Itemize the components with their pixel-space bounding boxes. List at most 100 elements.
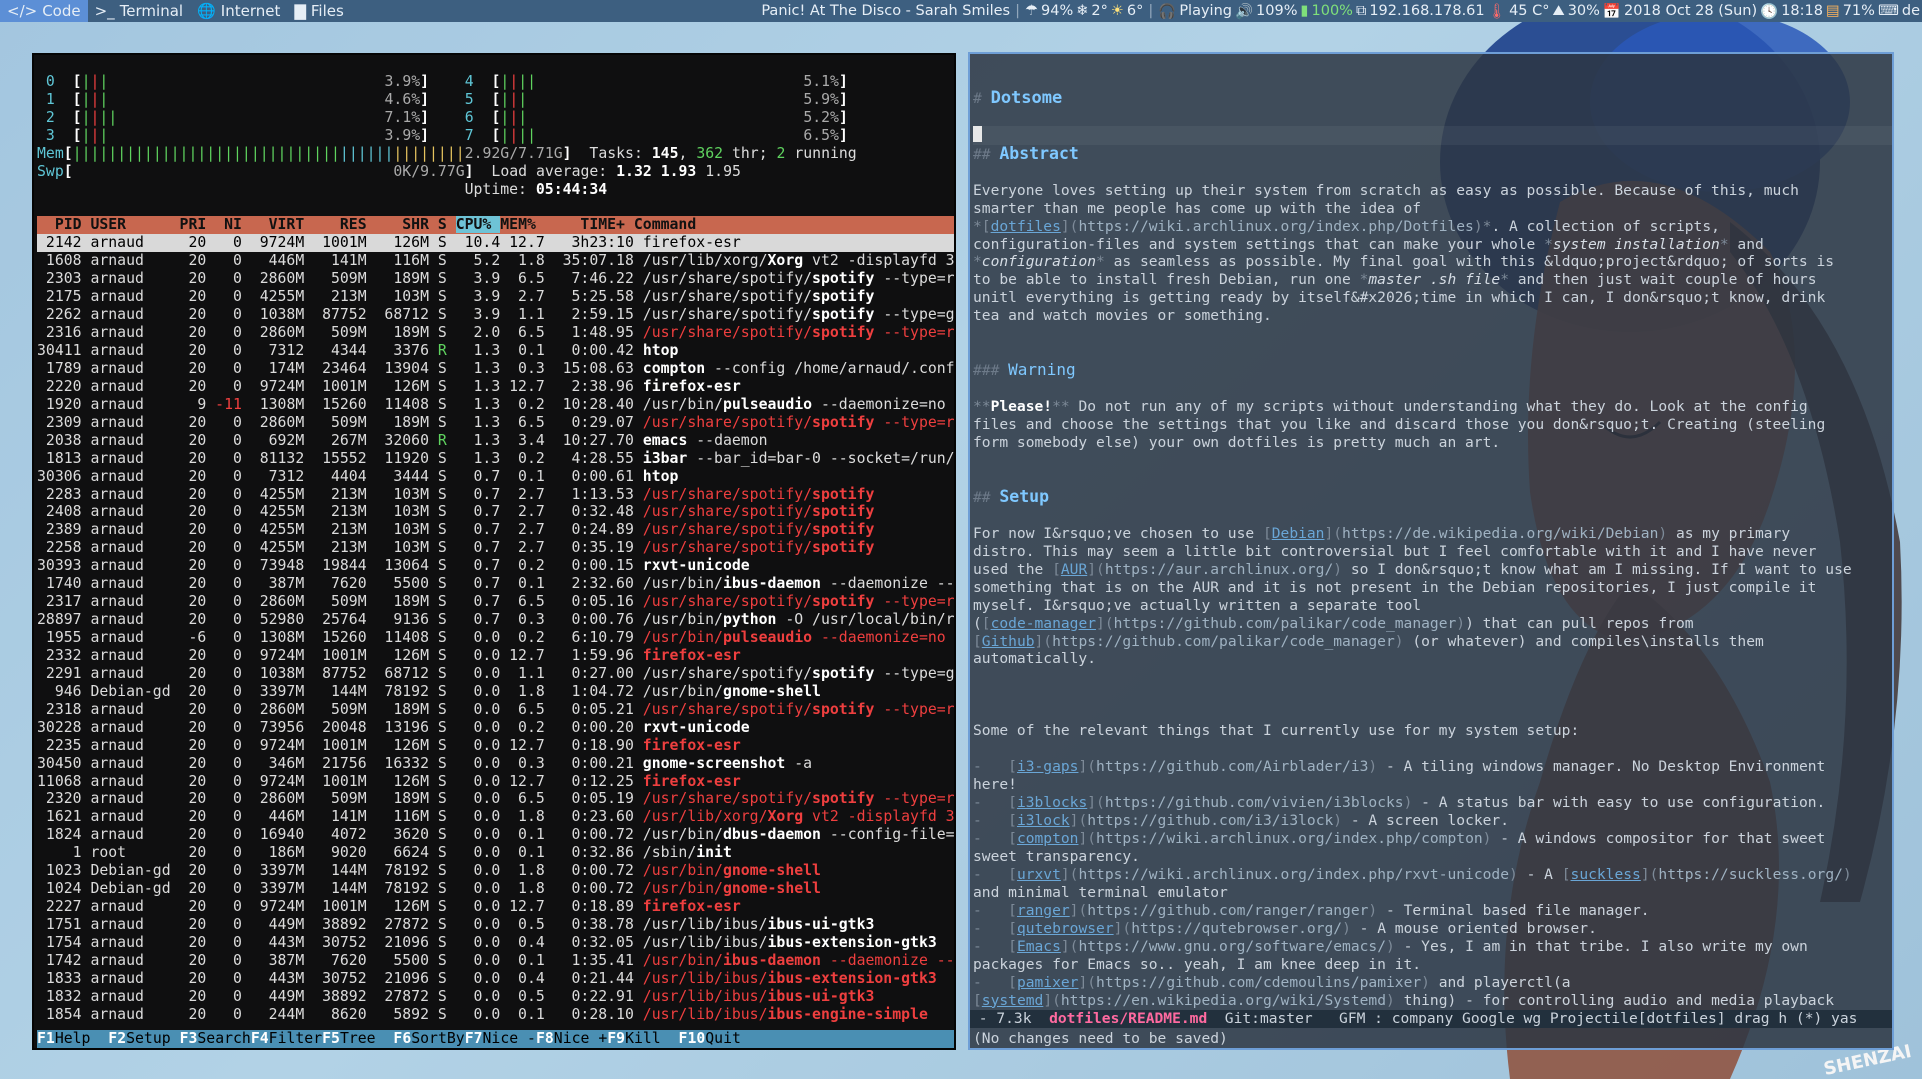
volume[interactable]: 109% [1256, 3, 1297, 19]
fkey-label[interactable]: Filter [268, 1030, 323, 1047]
process-row[interactable]: 2262 arnaud 20 0 1038M 87752 68712 S 3.9… [37, 306, 954, 324]
process-table-header[interactable]: PID USER PRI NI VIRT RES SHR S CPU% MEM%… [37, 216, 954, 235]
process-row[interactable]: 2389 arnaud 20 0 4255M 213M 103M S 0.7 2… [37, 521, 954, 539]
process-row[interactable]: 2291 arnaud 20 0 1038M 87752 68712 S 0.0… [37, 665, 954, 683]
process-row[interactable]: 1813 arnaud 20 0 81132 15552 11920 S 1.3… [37, 450, 954, 468]
abstract-heading: Abstract [999, 143, 1079, 163]
warning-heading: Warning [1008, 360, 1076, 380]
process-row[interactable]: 2258 arnaud 20 0 4255M 213M 103M S 0.7 2… [37, 539, 954, 557]
link-dotfiles[interactable]: dotfiles [991, 218, 1061, 235]
editor-buffer[interactable]: # Dotsome ## Abstract Everyone loves set… [973, 89, 1892, 1028]
process-row[interactable]: 1789 arnaud 20 0 174M 23464 13904 S 1.3 … [37, 360, 954, 378]
fkey-label[interactable]: Setup [126, 1030, 180, 1047]
fkey-f2[interactable]: F2 [108, 1030, 126, 1047]
fkey-f3[interactable]: F3 [180, 1030, 198, 1047]
process-row[interactable]: 30306 arnaud 20 0 7312 4404 3444 S 0.7 0… [37, 468, 954, 486]
workspace-code[interactable]: </> Code [0, 0, 88, 22]
fkey-label[interactable]: Nice - [482, 1030, 536, 1047]
process-row[interactable]: 30228 arnaud 20 0 73956 20048 13196 S 0.… [37, 719, 954, 737]
fkey-label[interactable]: Help [54, 1030, 109, 1047]
process-row[interactable]: 2175 arnaud 20 0 4255M 213M 103M S 3.9 2… [37, 288, 954, 306]
process-row[interactable]: 1754 arnaud 20 0 443M 30752 21096 S 0.0 … [37, 934, 954, 952]
fkey-f8[interactable]: F8 [536, 1030, 554, 1047]
process-row[interactable]: 1833 arnaud 20 0 443M 30752 21096 S 0.0 … [37, 970, 954, 988]
process-row[interactable]: 1955 arnaud -6 0 1308M 15260 11408 S 0.0… [37, 629, 954, 647]
process-row[interactable]: 2316 arnaud 20 0 2860M 509M 189M S 2.0 6… [37, 324, 954, 342]
link-i3lock[interactable]: i3lock [1017, 812, 1070, 829]
cpu-3-percent: 3.9% [384, 126, 421, 144]
process-row[interactable]: 2038 arnaud 20 0 692M 267M 32060 R 1.3 3… [37, 432, 954, 450]
link-suckless[interactable]: suckless [1571, 866, 1641, 883]
process-row[interactable]: 1023 Debian-gd 20 0 3397M 144M 78192 S 0… [37, 862, 954, 880]
time: 18:18 [1781, 3, 1823, 19]
fkey-label[interactable]: Quit [705, 1030, 759, 1047]
workspace-internet[interactable]: 🌐 Internet [190, 0, 287, 22]
process-row[interactable]: 1824 arnaud 20 0 16940 4072 3620 S 0.0 0… [37, 826, 954, 844]
battery: 100% [1311, 3, 1353, 19]
heading-line: ## Setup [973, 486, 1050, 506]
process-row[interactable]: 2235 arnaud 20 0 9724M 1001M 126M S 0.0 … [37, 737, 954, 755]
htop-terminal-window[interactable]: 0 [||| 3.9%] 4 [|||| 5.1%] 1 [||| 4.6%] … [32, 53, 956, 1050]
fkey-f1[interactable]: F1 [37, 1030, 55, 1047]
link-compton[interactable]: compton [1017, 830, 1079, 847]
process-row[interactable]: 11068 arnaud 20 0 9724M 1001M 126M S 0.0… [37, 773, 954, 791]
process-row[interactable]: 2142 arnaud 20 0 9724M 1001M 126M S 10.4… [37, 234, 954, 253]
fkey-label[interactable]: Tree [339, 1030, 394, 1047]
cpu-sort-column[interactable]: CPU% [455, 216, 501, 234]
process-row[interactable]: 1 root 20 0 186M 9020 6624 S 0.0 0.1 0:3… [37, 844, 954, 862]
process-row[interactable]: 1621 arnaud 20 0 446M 141M 116M S 0.0 1.… [37, 808, 954, 826]
headphones-icon: 🎧 [1158, 3, 1177, 20]
process-row[interactable]: 2303 arnaud 20 0 2860M 509M 189M S 3.9 6… [37, 270, 954, 288]
link-ranger[interactable]: ranger [1017, 902, 1070, 919]
process-row[interactable]: 2309 arnaud 20 0 2860M 509M 189M S 1.3 6… [37, 414, 954, 432]
process-row[interactable]: 28897 arnaud 20 0 52980 25764 9136 S 0.7… [37, 611, 954, 629]
link-emacs[interactable]: Emacs [1017, 938, 1061, 955]
link-urxvt[interactable]: urxvt [1017, 866, 1061, 883]
fkey-f4[interactable]: F4 [251, 1030, 269, 1047]
fkey-f9[interactable]: F9 [607, 1030, 625, 1047]
link-code-manager[interactable]: code-manager [991, 615, 1096, 632]
link-i3-gaps[interactable]: i3-gaps [1017, 758, 1079, 775]
fkey-f7[interactable]: F7 [465, 1030, 483, 1047]
process-row[interactable]: 1832 arnaud 20 0 449M 38892 27872 S 0.0 … [37, 988, 954, 1006]
link-systemd[interactable]: systemd [982, 992, 1044, 1009]
process-row[interactable]: 1024 Debian-gd 20 0 3397M 144M 78192 S 0… [37, 880, 954, 898]
fkey-label[interactable]: Nice + [553, 1030, 608, 1047]
process-row[interactable]: 30450 arnaud 20 0 346M 21756 16332 S 0.0… [37, 755, 954, 773]
process-row[interactable]: 1854 arnaud 20 0 244M 8620 5892 S 0.0 0.… [37, 1006, 954, 1024]
process-row[interactable]: 2227 arnaud 20 0 9724M 1001M 126M S 0.0 … [37, 898, 954, 916]
fkey-label[interactable]: Search [197, 1030, 251, 1047]
workspace-terminal[interactable]: >_ Terminal [88, 0, 190, 22]
player-state[interactable]: Playing [1179, 3, 1232, 19]
link-qutebrowser[interactable]: qutebrowser [1017, 920, 1114, 937]
process-row[interactable]: 2320 arnaud 20 0 2860M 509M 189M S 0.0 6… [37, 790, 954, 808]
link-i3blocks[interactable]: i3blocks [1017, 794, 1087, 811]
process-row[interactable]: 1608 arnaud 20 0 446M 141M 116M S 5.2 1.… [37, 252, 954, 270]
process-row[interactable]: 1751 arnaud 20 0 449M 38892 27872 S 0.0 … [37, 916, 954, 934]
fkey-f6[interactable]: F6 [393, 1030, 411, 1047]
process-row[interactable]: 1742 arnaud 20 0 387M 7620 5500 S 0.0 0.… [37, 952, 954, 970]
fkey-f5[interactable]: F5 [322, 1030, 340, 1047]
emacs-editor-window[interactable]: # Dotsome ## Abstract Everyone loves set… [968, 52, 1894, 1050]
workspace-files[interactable]: ▇ Files [287, 0, 350, 22]
process-row[interactable]: 2332 arnaud 20 0 9724M 1001M 126M S 0.0 … [37, 647, 954, 665]
link-aur[interactable]: AUR [1061, 561, 1087, 578]
link-debian[interactable]: Debian [1272, 525, 1325, 542]
process-row[interactable]: 2318 arnaud 20 0 2860M 509M 189M S 0.0 6… [37, 701, 954, 719]
link-github[interactable]: Github [982, 633, 1035, 650]
fkey-label[interactable]: SortBy [411, 1030, 465, 1047]
process-row[interactable]: 946 Debian-gd 20 0 3397M 144M 78192 S 0.… [37, 683, 954, 701]
disk-usage: 30% [1567, 3, 1600, 19]
process-row[interactable]: 2408 arnaud 20 0 4255M 213M 103M S 0.7 2… [37, 503, 954, 521]
fkey-f10[interactable]: F10 [679, 1030, 706, 1047]
process-row[interactable]: 30393 arnaud 20 0 73948 19844 13064 S 0.… [37, 557, 954, 575]
process-row[interactable]: 2283 arnaud 20 0 4255M 213M 103M S 0.7 2… [37, 486, 954, 504]
process-row[interactable]: 2220 arnaud 20 0 9724M 1001M 126M S 1.3 … [37, 378, 954, 396]
process-row[interactable]: 2317 arnaud 20 0 2860M 509M 189M S 0.7 6… [37, 593, 954, 611]
fkey-label[interactable]: Kill [625, 1030, 679, 1047]
process-row[interactable]: 1740 arnaud 20 0 387M 7620 5500 S 0.7 0.… [37, 575, 954, 593]
link-pamixer[interactable]: pamixer [1017, 974, 1079, 991]
process-row[interactable]: 1920 arnaud 9 -11 1308M 15260 11408 S 1.… [37, 396, 954, 414]
process-row[interactable]: 30411 arnaud 20 0 7312 4344 3376 R 1.3 0… [37, 342, 954, 360]
